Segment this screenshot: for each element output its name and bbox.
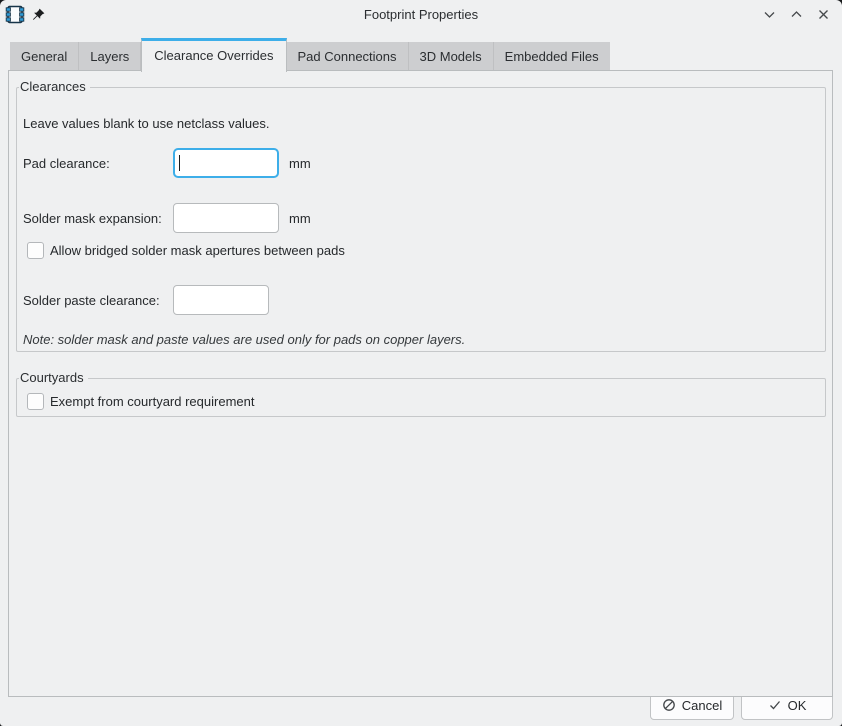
tab-bar: General Layers Clearance Overrides Pad C… [10,38,610,70]
footprint-properties-dialog: Footprint Properties General Lay [0,0,842,726]
pad-clearance-unit: mm [289,156,311,171]
allow-bridged-label[interactable]: Allow bridged solder mask apertures betw… [50,243,345,258]
titlebar: Footprint Properties [0,0,842,30]
clearance-overrides-panel: Clearances Leave values blank to use net… [8,70,833,697]
exempt-courtyard-checkbox[interactable] [27,393,44,410]
tab-embedded-files[interactable]: Embedded Files [494,42,610,70]
footprint-app-icon [5,5,25,24]
netclass-hint: Leave values blank to use netclass value… [23,116,269,131]
minimize-button[interactable] [763,8,776,21]
pin-icon[interactable] [32,8,45,21]
tab-clearance-overrides[interactable]: Clearance Overrides [141,38,286,72]
tab-general[interactable]: General [10,42,79,70]
window-controls [763,8,830,21]
window-title: Footprint Properties [120,7,722,22]
check-icon [768,698,782,712]
close-icon [817,8,830,21]
solder-mask-expansion-label: Solder mask expansion: [23,211,162,226]
text-caret [179,155,180,171]
solder-mask-expansion-unit: mm [289,211,311,226]
chevron-down-icon [763,8,776,21]
pad-clearance-input[interactable] [173,148,279,178]
clearances-legend: Clearances [19,79,90,95]
tab-layers[interactable]: Layers [79,42,141,70]
chevron-up-icon [790,8,803,21]
courtyards-group: Courtyards Exempt from courtyard require… [16,370,826,417]
solder-paste-clearance-label: Solder paste clearance: [23,293,160,308]
solder-mask-expansion-input[interactable] [173,203,279,233]
allow-bridged-checkbox[interactable] [27,242,44,259]
maximize-button[interactable] [790,8,803,21]
clearances-group: Clearances Leave values blank to use net… [16,79,826,352]
courtyards-legend: Courtyards [19,370,88,386]
solder-paste-clearance-input[interactable] [173,285,269,315]
ok-button-label: OK [788,698,807,713]
cancel-button-label: Cancel [682,698,722,713]
pad-clearance-label: Pad clearance: [23,156,110,171]
exempt-courtyard-label[interactable]: Exempt from courtyard requirement [50,394,254,409]
tab-pad-connections[interactable]: Pad Connections [287,42,409,70]
cancel-icon [662,698,676,712]
tab-3d-models[interactable]: 3D Models [409,42,494,70]
copper-layers-note: Note: solder mask and paste values are u… [23,332,465,347]
close-button[interactable] [817,8,830,21]
